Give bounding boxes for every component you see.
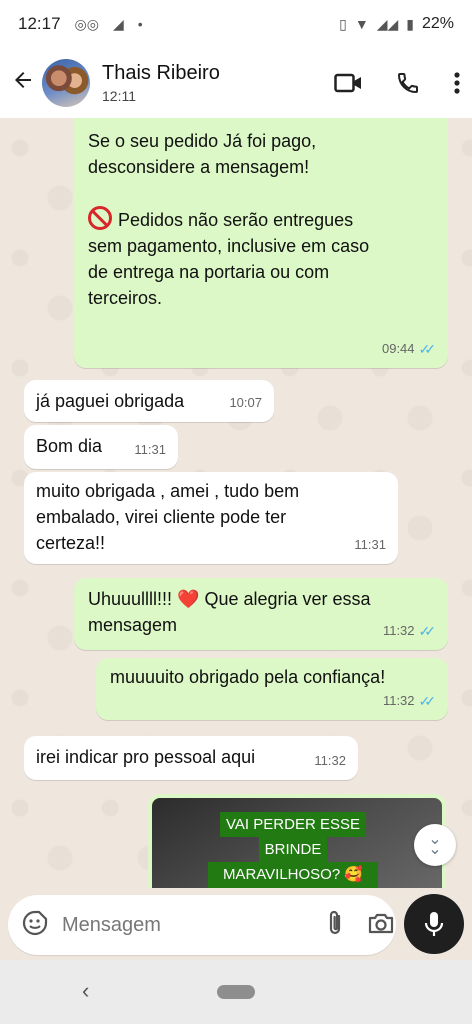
video-call-icon[interactable] xyxy=(334,72,362,94)
image-caption: VAI PERDER ESSE BRINDE MARAVILHOSO? 🥰😊 xyxy=(208,812,378,888)
message-bubble[interactable]: já paguei obrigada 10:07 xyxy=(24,380,274,422)
chat-header: Thais Ribeiro 12:11 xyxy=(0,48,472,118)
message-time: 09:44 xyxy=(381,341,415,356)
contact-info[interactable]: Thais Ribeiro 12:11 xyxy=(102,62,220,104)
read-ticks-icon: ✓✓ xyxy=(418,341,437,357)
nav-back-icon[interactable]: ‹ xyxy=(82,978,89,1004)
mic-icon xyxy=(424,912,444,936)
message-bubble[interactable]: muito obrigada , amei , tudo bem embalad… xyxy=(24,472,398,564)
signal-notification-icon: ◢ xyxy=(112,15,124,32)
sticker-icon[interactable] xyxy=(22,910,48,941)
home-pill[interactable] xyxy=(217,985,255,999)
more-vert-icon[interactable] xyxy=(454,71,460,95)
status-time: 12:17 xyxy=(18,14,61,33)
message-time: 11:31 xyxy=(134,442,166,457)
system-nav-bar: ‹ xyxy=(0,960,472,1024)
contact-name: Thais Ribeiro xyxy=(102,62,220,84)
message-input[interactable] xyxy=(62,913,327,937)
message-bubble[interactable]: muuuuito obrigado pela confiança! 11:32 ✓… xyxy=(96,658,448,720)
message-bubble[interactable]: irei indicar pro pessoal aqui 11:32 xyxy=(24,736,358,780)
read-ticks-icon: ✓✓ xyxy=(418,623,437,639)
last-seen: 12:11 xyxy=(102,88,136,104)
battery-icon: ▮ xyxy=(406,15,414,32)
message-time: 11:32 xyxy=(314,753,346,768)
read-ticks-icon: ✓✓ xyxy=(418,693,437,709)
voicemail-icon: ◎◎ xyxy=(74,15,99,32)
message-bubble[interactable]: Se o seu pedido Já foi pago, desconsider… xyxy=(74,118,448,368)
image-preview[interactable]: VAI PERDER ESSE BRINDE MARAVILHOSO? 🥰😊 xyxy=(152,798,442,888)
message-bubble[interactable]: Bom dia 11:31 xyxy=(24,425,178,469)
status-bar: 12:17 ◎◎ ◢ • ▯ ▼ ◢◢ ▮ 22% xyxy=(0,0,472,48)
avatar[interactable] xyxy=(42,59,90,107)
image-message[interactable]: VAI PERDER ESSE BRINDE MARAVILHOSO? 🥰😊 xyxy=(148,794,446,888)
dot-icon: • xyxy=(137,16,143,32)
no-entry-icon xyxy=(88,206,112,230)
camera-icon[interactable] xyxy=(367,911,395,940)
attach-icon[interactable] xyxy=(327,909,345,942)
vibrate-icon: ▯ xyxy=(339,15,347,32)
message-time: 11:31 xyxy=(354,537,386,552)
back-arrow-icon[interactable] xyxy=(8,68,38,99)
message-time: 10:07 xyxy=(229,395,262,410)
message-time: 11:32 xyxy=(382,693,415,708)
phone-icon[interactable] xyxy=(396,71,420,95)
chat-area[interactable]: Se o seu pedido Já foi pago, desconsider… xyxy=(0,118,472,888)
chevron-down-icon[interactable]: ⌄ ⌄ xyxy=(414,824,456,866)
battery-percent: 22% xyxy=(421,15,454,32)
message-input-box[interactable] xyxy=(8,895,396,955)
mic-button[interactable] xyxy=(404,894,464,954)
message-time: 11:32 xyxy=(382,623,415,638)
message-bubble[interactable]: Uhuuullll!!! ❤️ Que alegria ver essa men… xyxy=(74,578,448,650)
wifi-icon: ▼ xyxy=(354,16,369,32)
cell-signal-icon: ◢◢ xyxy=(376,15,399,32)
composer-bar xyxy=(0,888,472,960)
